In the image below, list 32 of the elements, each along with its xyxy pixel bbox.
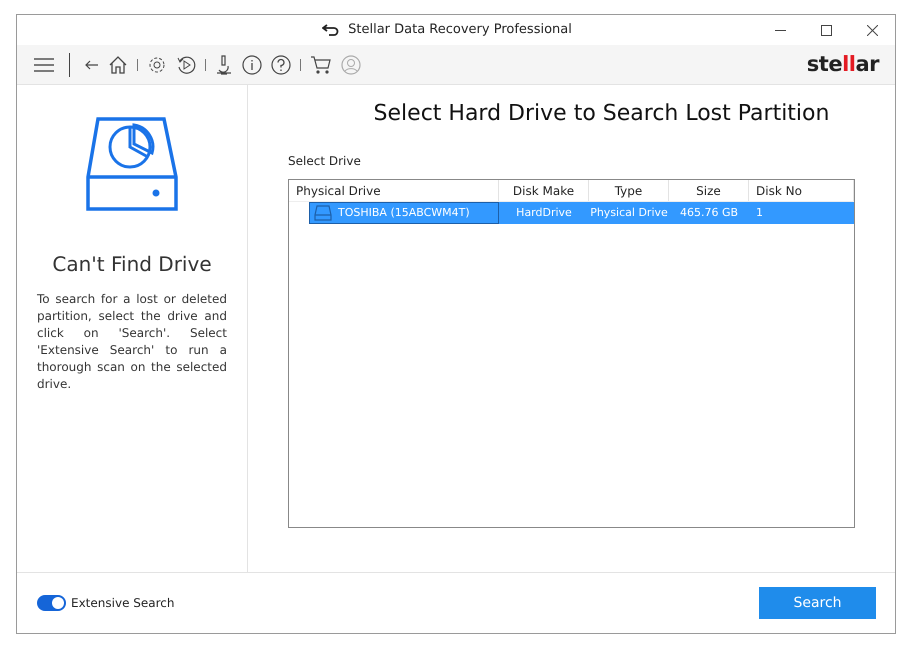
toggle-switch[interactable]	[37, 595, 66, 611]
table-cell-text: 1	[756, 204, 763, 221]
close-icon	[866, 24, 878, 36]
back-arrow-icon[interactable]	[85, 60, 99, 70]
cart-icon[interactable]	[310, 54, 332, 74]
microscope-icon[interactable]	[215, 54, 233, 74]
column-header[interactable]: Disk Make	[499, 180, 589, 201]
column-header[interactable]: Disk No	[749, 180, 854, 201]
panel-title: Can't Find Drive	[52, 251, 212, 278]
column-header[interactable]: Type	[589, 180, 669, 201]
undo-arrow-icon	[322, 24, 340, 36]
page-heading: Select Hard Drive to Search Lost Partition	[372, 100, 830, 128]
panel-description: To search for a lost or deleted partition, select the drive and click on 'Search'. Select 'Extensive Search' to run a thorough scan on the selected drive.	[37, 291, 227, 393]
menu-icon[interactable]	[34, 58, 54, 72]
hard-drive-icon	[314, 205, 332, 221]
toggle-label: Extensive Search	[71, 595, 174, 612]
home-icon[interactable]	[108, 54, 128, 74]
column-header[interactable]: Physical Drive	[289, 180, 499, 201]
maximize-icon	[820, 24, 832, 36]
window-title: Stellar Data Recovery Professional	[348, 21, 572, 40]
table-cell-text: 465.76 GB	[680, 204, 738, 221]
replay-icon[interactable]	[176, 54, 196, 74]
logo: stellar	[806, 50, 879, 78]
table-cell-text: Physical Drive	[590, 204, 668, 221]
info-icon[interactable]	[242, 54, 262, 74]
section-label: Select Drive	[288, 153, 362, 170]
settings-icon[interactable]	[147, 54, 167, 74]
hard-drive-icon	[86, 117, 178, 211]
column-header[interactable]: Size	[669, 180, 749, 201]
help-icon[interactable]	[271, 54, 291, 74]
table-cell-text: HardDrive	[516, 204, 572, 221]
table-cell-text: TOSHIBA (15ABCWM4T)	[338, 204, 470, 221]
